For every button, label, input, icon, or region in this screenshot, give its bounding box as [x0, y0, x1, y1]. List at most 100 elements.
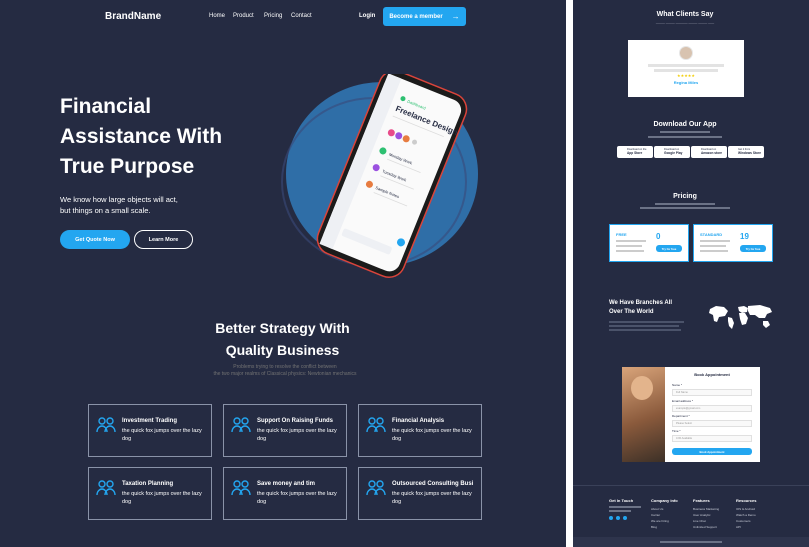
clients-subtitle: ——— ——— ———— ——— ——— —— — [655, 21, 715, 25]
plan-price: 0 — [656, 232, 661, 241]
service-card[interactable]: Taxation Planning the quick fox jumps ov… — [88, 467, 212, 520]
users-icon — [96, 480, 116, 496]
appointment-title: Book Appointment — [694, 372, 730, 377]
instagram-icon[interactable] — [616, 516, 620, 520]
brand-logo[interactable]: BrandName — [105, 11, 161, 22]
pricing-card-standard[interactable]: STANDARD 19 Try for free — [693, 224, 773, 262]
branches-text — [609, 325, 679, 327]
avatar — [679, 46, 693, 60]
hero-title: Financial Assistance With True Purpose — [60, 92, 290, 182]
store-name: App Store — [627, 150, 643, 155]
service-title: Save money and tim — [257, 481, 316, 487]
plan-button[interactable]: Try for free — [656, 245, 682, 252]
strategy-sub-line: Problems trying to resolve the conflict … — [233, 364, 337, 370]
pricing-card-free[interactable]: FREE 0 Try for free — [609, 224, 689, 262]
twitter-icon[interactable] — [623, 516, 627, 520]
amazon-store-badge[interactable]: Download on Amazon store — [691, 146, 727, 158]
store-name: Windows Store — [738, 150, 761, 155]
app-subtitle — [648, 136, 722, 138]
service-card[interactable]: Save money and tim the quick fox jumps o… — [223, 467, 347, 520]
nav-pricing[interactable]: Pricing — [264, 13, 282, 19]
branches-title-line: Over The World — [609, 309, 654, 315]
landing-page-main: BrandName Home Product Pricing Contact L… — [0, 0, 566, 547]
plan-desc — [700, 250, 728, 252]
plan-button[interactable]: Try for free — [740, 245, 766, 252]
email-field[interactable]: example@gmail.com — [672, 405, 752, 412]
store-name: Google Play — [664, 150, 683, 155]
strategy-title-line: Quality Business — [225, 342, 340, 358]
footer-contact-text — [609, 510, 631, 512]
app-subtitle — [660, 131, 710, 133]
service-desc: the quick fox jumps over the lazy dog — [257, 428, 337, 442]
hero-title-line: Financial — [60, 95, 152, 118]
service-desc: the quick fox jumps over the lazy dog — [122, 428, 202, 442]
service-desc: the quick fox jumps over the lazy dog — [392, 491, 472, 505]
testimonial-card: ★★★★★ Regina Miles — [628, 40, 744, 97]
users-icon — [366, 480, 386, 496]
branches-text — [609, 321, 684, 323]
hero-desc-line: but things on a small scale. — [60, 206, 151, 215]
hero-title-line: Assistance With — [60, 125, 223, 148]
become-member-button[interactable]: Become a member → — [383, 7, 466, 26]
testimonial-text — [654, 69, 718, 72]
footer-heading: Features — [693, 498, 710, 503]
panel-divider — [566, 0, 573, 547]
app-store-badge[interactable]: Download on the App Store — [617, 146, 653, 158]
get-quote-button[interactable]: Get Quote Now — [60, 230, 130, 249]
plan-name: FREE — [616, 232, 627, 237]
hero-title-line: True Purpose — [60, 155, 195, 178]
footer-link[interactable]: Blog — [651, 524, 657, 530]
footer-heading: Get In Touch — [609, 498, 634, 503]
service-card[interactable]: Financial Analysis the quick fox jumps o… — [358, 404, 482, 457]
strategy-sub-line: the two major realms of Classical physic… — [213, 371, 357, 377]
service-card[interactable]: Outsourced Consulting Busi the quick fox… — [358, 467, 482, 520]
arrow-right-icon: → — [451, 12, 460, 21]
service-card[interactable]: Investment Trading the quick fox jumps o… — [88, 404, 212, 457]
nav-product[interactable]: Product — [233, 13, 254, 19]
department-select[interactable]: Please Select — [672, 420, 752, 427]
service-card[interactable]: Support On Raising Funds the quick fox j… — [223, 404, 347, 457]
pricing-subtitle — [640, 207, 730, 209]
windows-store-badge[interactable]: Get it from Windows Store — [728, 146, 764, 158]
service-desc: the quick fox jumps over the lazy dog — [122, 491, 202, 505]
footer-heading: Resources — [736, 498, 757, 503]
google-play-badge[interactable]: Download on Google Play — [654, 146, 690, 158]
star-rating: ★★★★★ — [677, 73, 695, 78]
plan-desc — [700, 240, 730, 242]
plan-name: STANDARD — [700, 232, 723, 237]
branches-text — [609, 329, 681, 331]
pricing-title: Pricing — [673, 193, 697, 200]
plan-desc — [700, 245, 726, 247]
book-appointment-button[interactable]: Book Appointment — [672, 448, 752, 455]
footer-contact-text — [609, 506, 641, 508]
login-link[interactable]: Login — [359, 13, 375, 19]
time-select[interactable]: 4:00 Available — [672, 435, 752, 442]
learn-more-button[interactable]: Learn More — [134, 230, 193, 249]
hero-desc-line: We know how large objects will act, — [60, 195, 178, 204]
service-title: Taxation Planning — [122, 481, 174, 487]
service-title: Investment Trading — [122, 418, 178, 424]
form-label: Time * — [672, 429, 681, 433]
footer-divider — [573, 485, 809, 486]
facebook-icon[interactable] — [609, 516, 613, 520]
users-icon — [231, 480, 251, 496]
footer-link[interactable]: API — [736, 524, 741, 530]
form-label: Email address * — [672, 399, 694, 403]
users-icon — [231, 417, 251, 433]
strategy-title-line: Better Strategy With — [215, 320, 350, 336]
strategy-subtitle: Problems trying to resolve the conflict … — [190, 364, 380, 378]
plan-desc — [616, 240, 646, 242]
plan-desc — [616, 250, 644, 252]
nav-contact[interactable]: Contact — [291, 13, 312, 19]
consultant-face — [631, 376, 653, 400]
nav-home[interactable]: Home — [209, 13, 225, 19]
service-title: Outsourced Consulting Busi — [392, 481, 474, 487]
clients-title: What Clients Say — [656, 11, 714, 18]
name-field[interactable]: Full Name — [672, 389, 752, 396]
users-icon — [366, 417, 386, 433]
footer-link[interactable]: Unlimited Support — [693, 524, 717, 530]
plan-desc — [616, 245, 642, 247]
copyright-text — [660, 541, 722, 543]
service-title: Financial Analysis — [392, 418, 445, 424]
testimonial-name: Regina Miles — [673, 80, 699, 85]
